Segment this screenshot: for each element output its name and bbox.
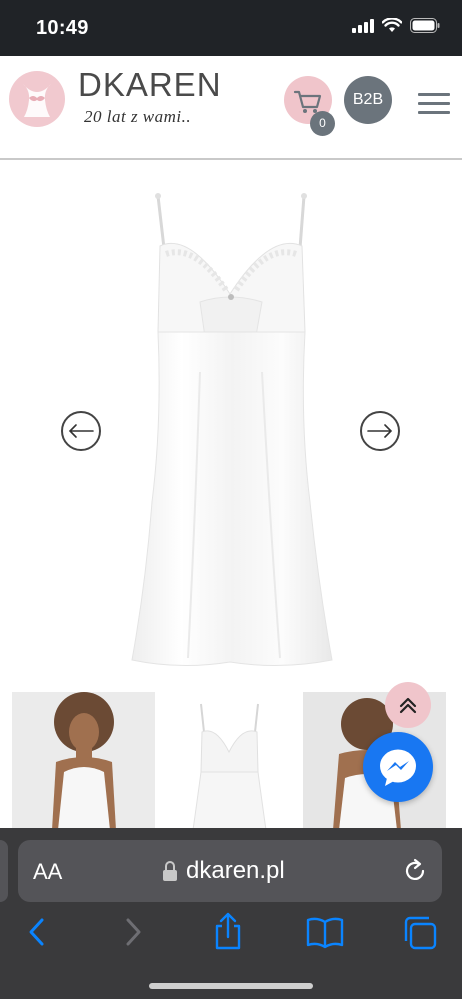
tabs-icon[interactable] xyxy=(401,910,441,954)
home-indicator xyxy=(149,983,313,989)
page: 10:49 DKAREN 20 lat z wami.. 0 B2B AA dk… xyxy=(0,0,462,999)
lock-icon xyxy=(163,861,177,881)
reload-icon[interactable] xyxy=(401,857,429,885)
signal-icon xyxy=(352,18,374,33)
brand-name[interactable]: DKAREN xyxy=(78,66,222,104)
chevrons-up-icon[interactable] xyxy=(385,682,431,728)
b2b-button[interactable]: B2B xyxy=(344,76,392,124)
messenger-icon[interactable] xyxy=(363,732,433,802)
safari-nav-toolbar xyxy=(0,910,462,960)
url-text[interactable]: dkaren.pl xyxy=(186,857,285,885)
chevron-left-icon[interactable] xyxy=(18,910,58,954)
previous-tab-stub[interactable] xyxy=(0,840,8,902)
book-icon[interactable] xyxy=(305,910,345,954)
thumbnail-product[interactable] xyxy=(158,692,301,830)
thumbnail-model-front[interactable] xyxy=(12,692,155,830)
arrow-right-icon[interactable] xyxy=(360,411,400,451)
status-time: 10:49 xyxy=(36,17,89,39)
hamburger-icon[interactable] xyxy=(418,93,450,115)
brand-tagline: 20 lat z wami.. xyxy=(84,107,192,126)
share-icon[interactable] xyxy=(208,910,248,954)
site-header: DKAREN 20 lat z wami.. 0 B2B xyxy=(0,56,462,160)
chevron-right-icon[interactable] xyxy=(112,910,152,954)
reader-settings-button[interactable]: AA xyxy=(33,859,62,885)
status-bar: 10:49 xyxy=(0,0,462,56)
status-icons xyxy=(352,18,440,33)
address-bar[interactable]: AA dkaren.pl xyxy=(18,840,442,902)
battery-icon xyxy=(410,18,440,33)
browser-toolbar: AA dkaren.pl xyxy=(0,828,462,999)
wifi-icon xyxy=(382,18,402,32)
logo-icon[interactable] xyxy=(8,70,66,128)
arrow-left-icon[interactable] xyxy=(61,411,101,451)
cart-count-badge: 0 xyxy=(310,111,335,136)
